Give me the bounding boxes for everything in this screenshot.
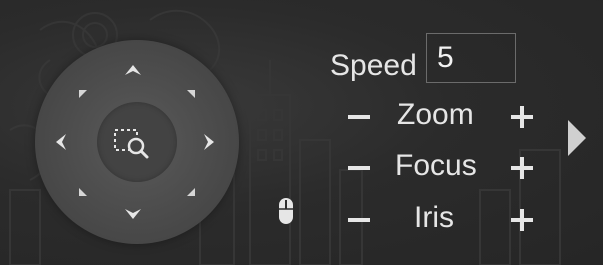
zoom-out-button[interactable]: [345, 103, 373, 131]
arrow-down-left-icon[interactable]: [73, 182, 93, 202]
mouse-icon: [278, 197, 294, 225]
arrow-left-icon[interactable]: [51, 132, 71, 152]
iris-open-button[interactable]: [508, 206, 536, 234]
arrow-right-icon[interactable]: [199, 132, 219, 152]
zoom-in-button[interactable]: [508, 103, 536, 131]
arrow-up-icon[interactable]: [123, 60, 143, 80]
ptz-joystick: [35, 40, 239, 244]
focus-far-button[interactable]: [508, 154, 536, 182]
arrow-down-icon[interactable]: [123, 204, 143, 224]
expand-right-icon[interactable]: [566, 118, 588, 158]
arrow-up-right-icon[interactable]: [181, 84, 201, 104]
arrow-down-right-icon[interactable]: [181, 182, 201, 202]
iris-label: Iris: [414, 201, 454, 234]
arrow-up-left-icon[interactable]: [73, 84, 93, 104]
focus-label: Focus: [395, 149, 477, 182]
iris-close-button[interactable]: [345, 206, 373, 234]
ptz-control-panel: Speed Zoom Focus Iris: [0, 0, 603, 265]
speed-label: Speed: [330, 49, 417, 82]
zoom-area-icon[interactable]: [112, 126, 152, 162]
speed-input[interactable]: [426, 33, 516, 83]
zoom-label: Zoom: [397, 98, 474, 131]
focus-near-button[interactable]: [345, 154, 373, 182]
